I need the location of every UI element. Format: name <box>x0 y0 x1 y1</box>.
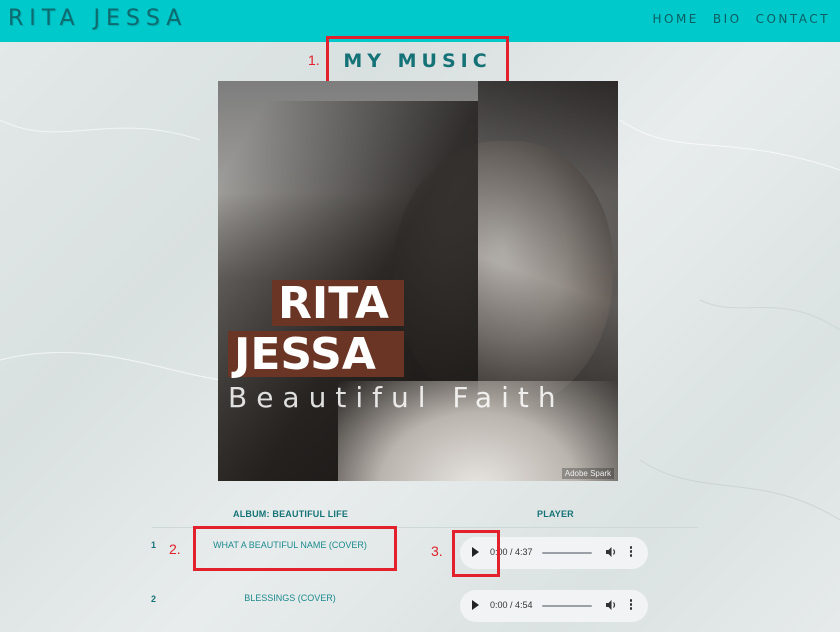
annotation-2: 2. <box>169 541 181 557</box>
cover-subtitle: Beautiful Faith <box>228 381 565 414</box>
player-column-header: PLAYER <box>537 509 574 519</box>
volume-icon[interactable] <box>604 598 618 612</box>
track-number-2: 2 <box>151 594 157 604</box>
page-title: MY MUSIC <box>343 50 492 72</box>
album-column-header: ALBUM: BEAUTIFUL LIFE <box>233 509 349 519</box>
annotation-3: 3. <box>431 543 443 559</box>
cover-credit: Adobe Spark <box>561 468 614 479</box>
nav-contact-link[interactable]: CONTACT <box>756 12 830 26</box>
play-icon[interactable] <box>472 600 479 610</box>
cover-name-line1: RITA <box>272 280 404 326</box>
cover-name-line2: JESSA <box>228 331 404 377</box>
song-link-2[interactable]: BLESSINGS (COVER) <box>195 593 385 603</box>
album-cover-image: RITA JESSA Beautiful Faith Adobe Spark <box>218 81 618 481</box>
main-nav: HOME BIO CONTACT <box>652 12 830 26</box>
player-time-2: 0:00 / 4:54 <box>490 600 533 610</box>
song-link-1[interactable]: WHAT A BEAUTIFUL NAME (COVER) <box>195 540 385 550</box>
highlight-box-play <box>452 530 500 577</box>
track-number-1: 1 <box>151 540 157 550</box>
site-brand[interactable]: RITA JESSA <box>8 6 187 31</box>
nav-bio-link[interactable]: BIO <box>713 12 742 26</box>
seek-bar[interactable] <box>542 552 592 554</box>
more-options-icon[interactable] <box>628 546 634 560</box>
volume-icon[interactable] <box>604 545 618 559</box>
more-options-icon[interactable] <box>628 599 634 613</box>
nav-home-link[interactable]: HOME <box>652 12 698 26</box>
seek-bar[interactable] <box>542 605 592 607</box>
audio-player-2: 0:00 / 4:54 <box>460 590 648 622</box>
annotation-1: 1. <box>308 52 320 68</box>
